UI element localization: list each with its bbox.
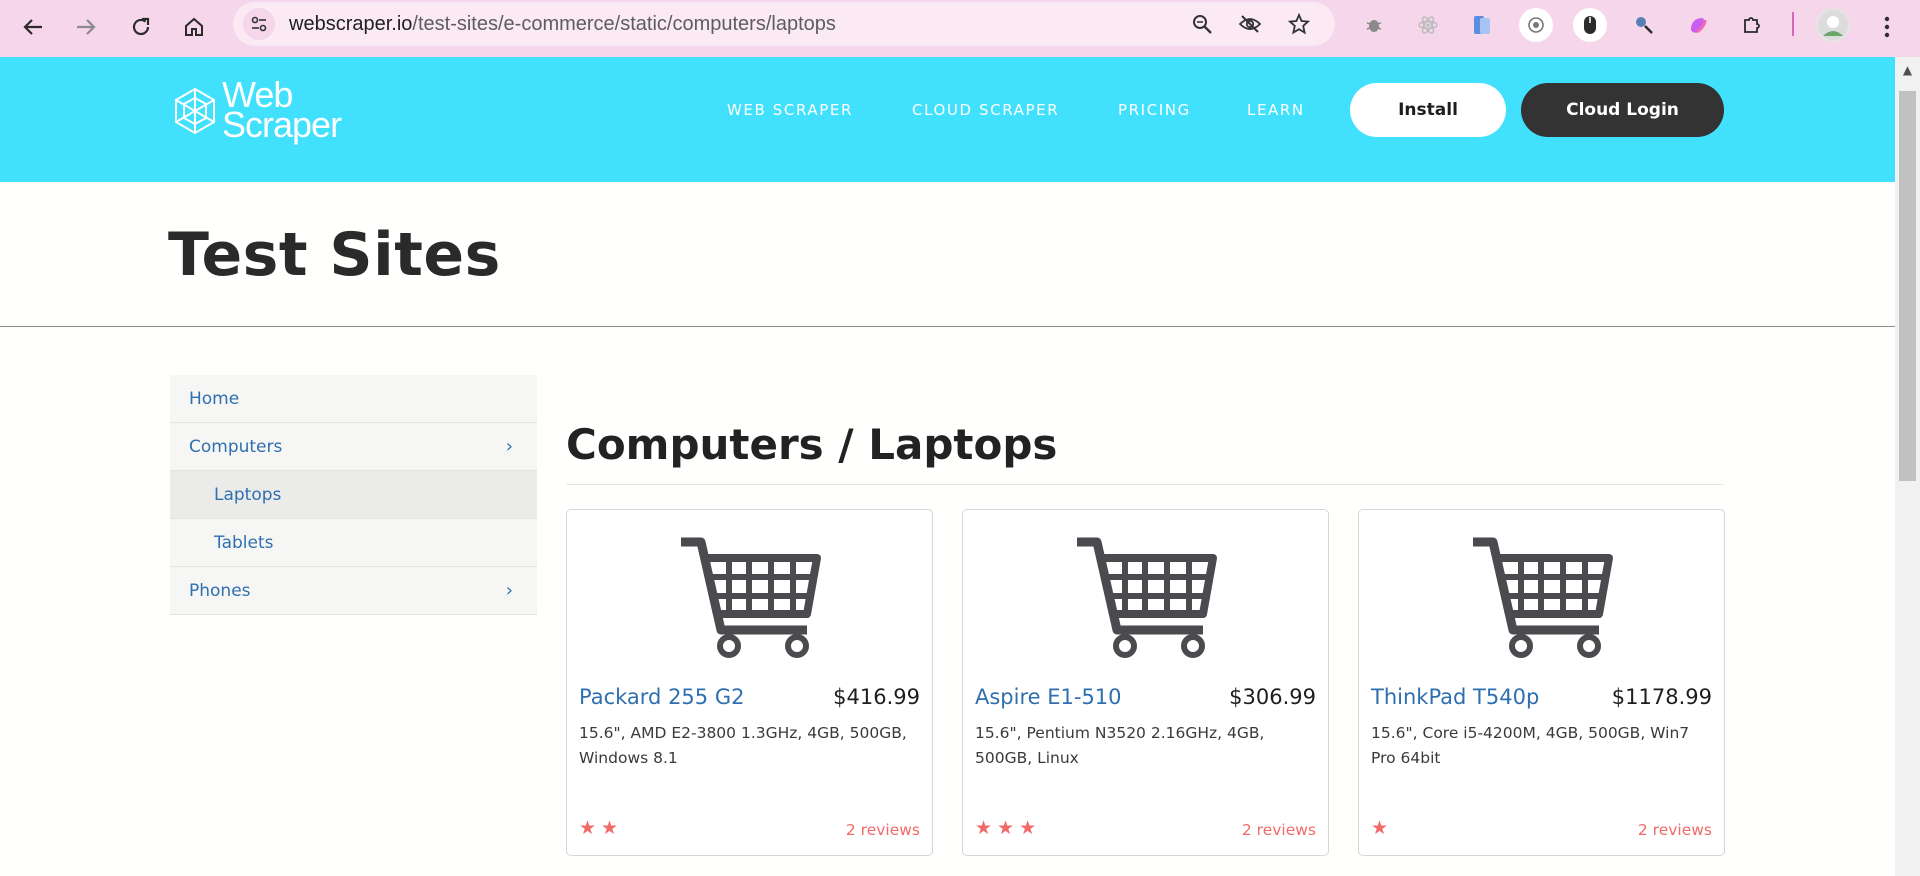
sidebar-item-laptops[interactable]: Laptops — [170, 471, 537, 519]
review-count: 2 reviews — [845, 821, 920, 839]
product-card: ThinkPad T540p $1178.99 15.6", Core i5-4… — [1358, 509, 1725, 856]
bug-extension-icon[interactable] — [1357, 8, 1391, 42]
shopping-cart-icon — [1473, 537, 1613, 658]
zoom-icon[interactable] — [1188, 10, 1216, 38]
review-count: 2 reviews — [1241, 821, 1316, 839]
toolbar-divider — [1792, 12, 1794, 36]
sidebar-item-label: Phones — [189, 581, 251, 601]
product-price: $1178.99 — [1611, 685, 1712, 709]
logo-line-scraper: Scraper — [222, 104, 342, 145]
home-icon[interactable] — [173, 6, 215, 48]
nav-cloud-scraper[interactable]: CLOUD SCRAPER — [912, 101, 1059, 119]
reload-icon[interactable] — [120, 6, 162, 48]
review-count: 2 reviews — [1637, 821, 1712, 839]
address-bar[interactable]: webscraper.io/test-sites/e-commerce/stat… — [233, 2, 1335, 46]
browser-toolbar: webscraper.io/test-sites/e-commerce/stat… — [0, 0, 1920, 57]
bookmark-star-icon[interactable] — [1285, 10, 1313, 38]
scroll-thumb[interactable] — [1899, 91, 1916, 481]
page-scrollbar[interactable]: ▲ — [1895, 57, 1920, 876]
forward-icon[interactable] — [65, 6, 107, 48]
camera-extension-icon[interactable] — [1519, 8, 1553, 42]
install-button[interactable]: Install — [1350, 83, 1506, 137]
nav-web-scraper[interactable]: WEB SCRAPER — [727, 101, 853, 119]
sidebar-item-label: Computers — [189, 437, 283, 457]
color-extension-icon[interactable] — [1681, 8, 1715, 42]
sidebar-item-phones[interactable]: Phones › — [170, 567, 537, 615]
product-title-link[interactable]: ThinkPad T540p — [1371, 685, 1539, 709]
product-description: 15.6", AMD E2-3800 1.3GHz, 4GB, 500GB, W… — [579, 724, 907, 767]
back-icon[interactable] — [12, 6, 54, 48]
product-card: Packard 255 G2 $416.99 15.6", AMD E2-380… — [566, 509, 933, 856]
sidebar-item-label: Home — [189, 389, 240, 409]
category-title: Computers / Laptops — [566, 420, 1058, 469]
product-description: 15.6", Core i5-4200M, 4GB, 500GB, Win7 P… — [1371, 724, 1690, 767]
more-menu-icon[interactable] — [1866, 6, 1908, 48]
sidebar-item-label: Tablets — [214, 533, 274, 553]
rating-stars: ★★ — [579, 817, 624, 839]
product-description: 15.6", Pentium N3520 2.16GHz, 4GB, 500GB… — [975, 724, 1265, 767]
rating-stars: ★ — [1371, 817, 1394, 839]
product-price: $306.99 — [1229, 685, 1316, 709]
nav-learn[interactable]: LEARN — [1247, 101, 1305, 119]
sidebar-item-label: Laptops — [214, 485, 282, 505]
url-text: webscraper.io/test-sites/e-commerce/stat… — [289, 13, 836, 36]
url-host: webscraper.io — [289, 13, 413, 35]
spider-web-icon — [175, 87, 215, 135]
profile-avatar[interactable] — [1816, 8, 1850, 42]
eye-off-icon[interactable] — [1236, 10, 1264, 38]
sidebar-item-tablets[interactable]: Tablets — [170, 519, 537, 567]
logo-text: Web Scraper — [222, 77, 342, 145]
site-header: Web Scraper WEB SCRAPER CLOUD SCRAPER PR… — [0, 57, 1895, 182]
cloud-login-button[interactable]: Cloud Login — [1521, 83, 1724, 137]
category-divider — [566, 484, 1724, 485]
shopping-cart-icon — [681, 537, 821, 658]
title-divider — [0, 326, 1895, 327]
scroll-up-arrow-icon[interactable]: ▲ — [1895, 63, 1920, 77]
product-price: $416.99 — [833, 685, 920, 709]
chevron-right-icon: › — [505, 436, 513, 457]
product-title-link[interactable]: Packard 255 G2 — [579, 685, 744, 709]
rating-stars: ★★★ — [975, 817, 1042, 839]
page-title: Test Sites — [168, 220, 501, 290]
category-sidebar: Home Computers › Laptops Tablets Phones … — [170, 375, 537, 615]
extensions-puzzle-icon[interactable] — [1735, 8, 1769, 42]
inspect-extension-icon[interactable] — [1627, 8, 1661, 42]
react-extension-icon[interactable] — [1411, 8, 1445, 42]
chevron-right-icon: › — [505, 580, 513, 601]
shopping-cart-icon — [1077, 537, 1217, 658]
mouse-extension-icon[interactable] — [1573, 8, 1607, 42]
product-title-link[interactable]: Aspire E1-510 — [975, 685, 1122, 709]
sidebar-item-home[interactable]: Home — [170, 375, 537, 423]
logo[interactable]: Web Scraper — [170, 77, 360, 145]
device-extension-icon[interactable] — [1465, 8, 1499, 42]
product-card: Aspire E1-510 $306.99 15.6", Pentium N35… — [962, 509, 1329, 856]
url-path: /test-sites/e-commerce/static/computers/… — [412, 13, 836, 35]
nav-pricing[interactable]: PRICING — [1118, 101, 1191, 119]
site-info-icon[interactable] — [243, 8, 275, 40]
sidebar-item-computers[interactable]: Computers › — [170, 423, 537, 471]
